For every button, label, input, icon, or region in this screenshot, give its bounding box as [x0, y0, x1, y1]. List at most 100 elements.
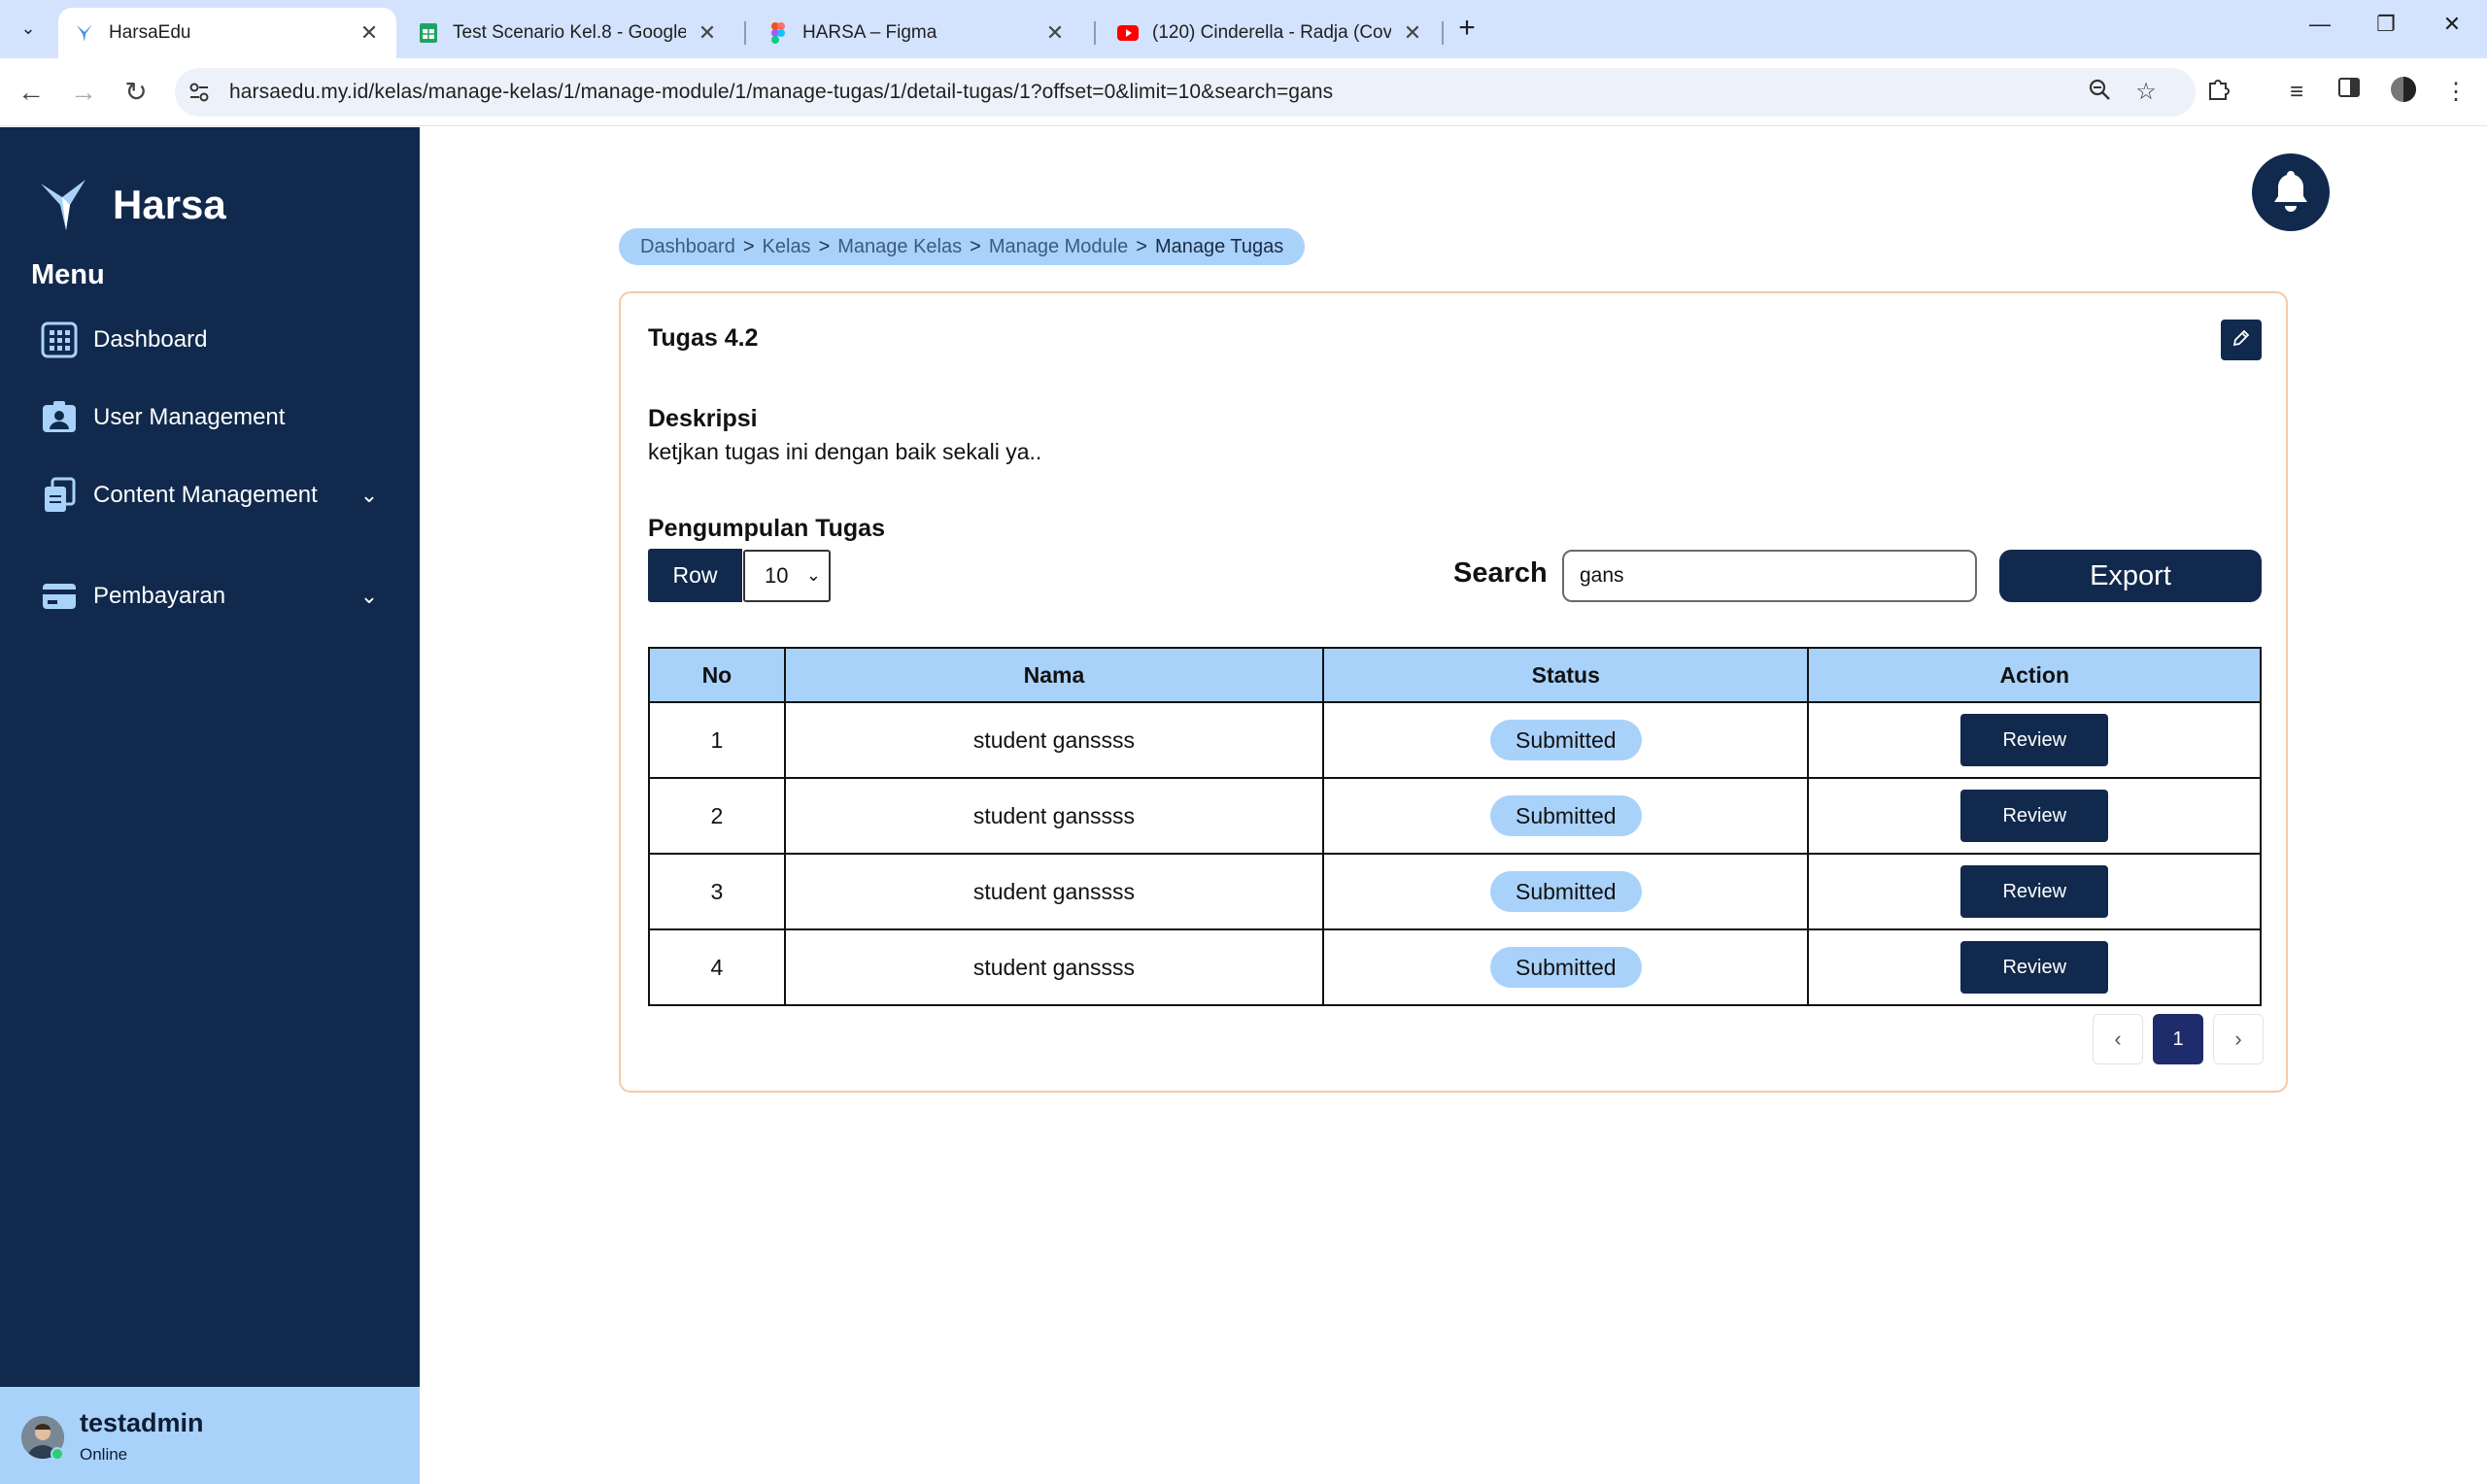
edit-task-button[interactable]: [2221, 320, 2262, 360]
sidebar-item-dashboard[interactable]: Dashboard: [41, 321, 381, 358]
breadcrumb: Dashboard > Kelas > Manage Kelas > Manag…: [619, 228, 1306, 265]
payment-card-icon: [41, 578, 78, 615]
task-title: Tugas 4.2: [648, 324, 759, 352]
row-count-value: 10: [765, 563, 789, 588]
harsa-bird-icon: [74, 22, 95, 44]
search-input[interactable]: [1562, 550, 1977, 602]
column-header-status: Status: [1322, 647, 1810, 703]
tab-google-sheets[interactable]: Test Scenario Kel.8 - Google Sp ✕: [402, 8, 734, 58]
review-button[interactable]: Review: [1960, 714, 2109, 766]
row-label: Row: [648, 549, 742, 602]
forward-arrow-icon[interactable]: →: [66, 76, 101, 111]
breadcrumb-separator: >: [742, 235, 755, 257]
status-badge: Submitted: [1489, 720, 1642, 760]
cell-action: Review: [1807, 928, 2262, 1006]
tab-search-chevron-icon[interactable]: ⌄: [14, 14, 43, 43]
status-badge: Submitted: [1489, 947, 1642, 988]
review-button[interactable]: Review: [1960, 865, 2109, 918]
chevron-right-icon: ›: [2234, 1027, 2242, 1051]
description-label: Deskripsi: [648, 405, 758, 432]
chevron-down-icon[interactable]: ⌄: [358, 584, 381, 609]
bookmark-star-icon[interactable]: ☆: [2131, 78, 2161, 107]
figma-icon: [767, 22, 789, 44]
table-row: 2 student ganssss Submitted Review: [648, 777, 2262, 855]
harsa-logo-icon: [37, 176, 95, 234]
table-header-row: No Nama Status Action: [648, 647, 2262, 703]
cell-no: 4: [648, 928, 786, 1006]
sidebar-item-content-management[interactable]: Content Management ⌄: [41, 477, 381, 514]
breadcrumb-item-manage-kelas[interactable]: Manage Kelas: [837, 236, 962, 258]
cell-nama: student ganssss: [783, 777, 1325, 855]
close-tab-icon[interactable]: ✕: [358, 20, 381, 46]
browser-toolbar: ← → ↻ harsaedu.my.id/kelas/manage-kelas/…: [0, 58, 2487, 126]
pagination-page-button[interactable]: 1: [2153, 1014, 2203, 1064]
breadcrumb-current: Manage Tugas: [1154, 235, 1284, 257]
close-tab-icon[interactable]: ✕: [1043, 20, 1067, 46]
google-sheets-icon: [418, 22, 439, 44]
close-tab-icon[interactable]: ✕: [1401, 20, 1424, 46]
close-window-icon[interactable]: ✕: [2433, 12, 2471, 45]
new-tab-button[interactable]: +: [1451, 14, 1482, 45]
sidebar-item-label: User Management: [93, 404, 286, 430]
description-text: ketjkan tugas ini dengan baik sekali ya.…: [648, 439, 1042, 464]
brand-name: Harsa: [113, 182, 226, 227]
extensions-icon[interactable]: [2201, 76, 2236, 111]
minimize-icon[interactable]: —: [2300, 12, 2339, 45]
tab-harsaedu[interactable]: HarsaEdu ✕: [58, 8, 396, 58]
status-badge: Submitted: [1489, 871, 1642, 912]
breadcrumb-item-kelas[interactable]: Kelas: [763, 236, 811, 258]
brand[interactable]: Harsa: [37, 176, 226, 234]
cell-no: 1: [648, 701, 786, 779]
breadcrumb-separator: >: [818, 235, 831, 257]
address-bar[interactable]: harsaedu.my.id/kelas/manage-kelas/1/mana…: [175, 68, 2196, 117]
media-queue-icon[interactable]: ≡: [2279, 76, 2314, 111]
close-tab-icon[interactable]: ✕: [696, 20, 719, 46]
column-header-action: Action: [1807, 647, 2262, 703]
pagination-next-button[interactable]: ›: [2213, 1014, 2264, 1064]
sidebar-item-user-management[interactable]: User Management: [41, 399, 381, 436]
cell-nama: student ganssss: [783, 853, 1325, 930]
pencil-icon: [2231, 328, 2251, 353]
review-button[interactable]: Review: [1960, 941, 2109, 994]
cell-no: 2: [648, 777, 786, 855]
profile-avatar-icon[interactable]: [2386, 76, 2421, 111]
username: testadmin: [80, 1408, 204, 1437]
tab-title: HARSA – Figma: [802, 22, 937, 43]
sidebar: Harsa Menu Dashboard User Management Con…: [0, 127, 420, 1484]
back-arrow-icon[interactable]: ←: [14, 76, 49, 111]
export-button[interactable]: Export: [1999, 550, 2262, 602]
site-settings-icon[interactable]: [187, 80, 212, 105]
reload-icon[interactable]: ↻: [119, 76, 153, 111]
review-button[interactable]: Review: [1960, 790, 2109, 842]
side-panel-icon[interactable]: [2332, 76, 2367, 111]
row-count-select[interactable]: 10 ⌄: [743, 550, 831, 602]
table-row: 4 student ganssss Submitted Review: [648, 928, 2262, 1006]
table-row: 1 student ganssss Submitted Review: [648, 701, 2262, 779]
tab-figma[interactable]: HARSA – Figma ✕: [752, 8, 1082, 58]
sidebar-item-pembayaran[interactable]: Pembayaran ⌄: [41, 578, 381, 615]
notification-bell-button[interactable]: [2252, 153, 2330, 231]
url-text: harsaedu.my.id/kelas/manage-kelas/1/mana…: [229, 81, 1334, 103]
bell-icon: [2269, 167, 2312, 219]
column-header-no: No: [648, 647, 786, 703]
user-profile-bar[interactable]: testadmin Online: [0, 1387, 420, 1484]
zoom-icon[interactable]: [2085, 78, 2114, 107]
chevron-down-icon: ⌄: [805, 565, 821, 585]
user-card-icon: [41, 399, 78, 436]
chevron-left-icon: ‹: [2114, 1027, 2122, 1051]
tab-youtube[interactable]: (120) Cinderella - Radja (Cover ✕: [1102, 8, 1440, 58]
cell-no: 3: [648, 853, 786, 930]
sidebar-item-label: Dashboard: [93, 326, 208, 353]
cell-status: Submitted: [1322, 701, 1810, 779]
breadcrumb-item-dashboard[interactable]: Dashboard: [640, 236, 735, 258]
user-status: Online: [80, 1445, 128, 1464]
pagination-prev-button[interactable]: ‹: [2093, 1014, 2143, 1064]
browser-menu-icon[interactable]: ⋮: [2438, 76, 2473, 111]
submissions-label: Pengumpulan Tugas: [648, 515, 885, 542]
breadcrumb-item-manage-module[interactable]: Manage Module: [989, 236, 1128, 258]
chevron-down-icon[interactable]: ⌄: [358, 483, 381, 508]
cell-nama: student ganssss: [783, 928, 1325, 1006]
tab-separator: [1442, 21, 1444, 45]
column-header-nama: Nama: [783, 647, 1325, 703]
restore-icon[interactable]: ❐: [2367, 12, 2405, 45]
